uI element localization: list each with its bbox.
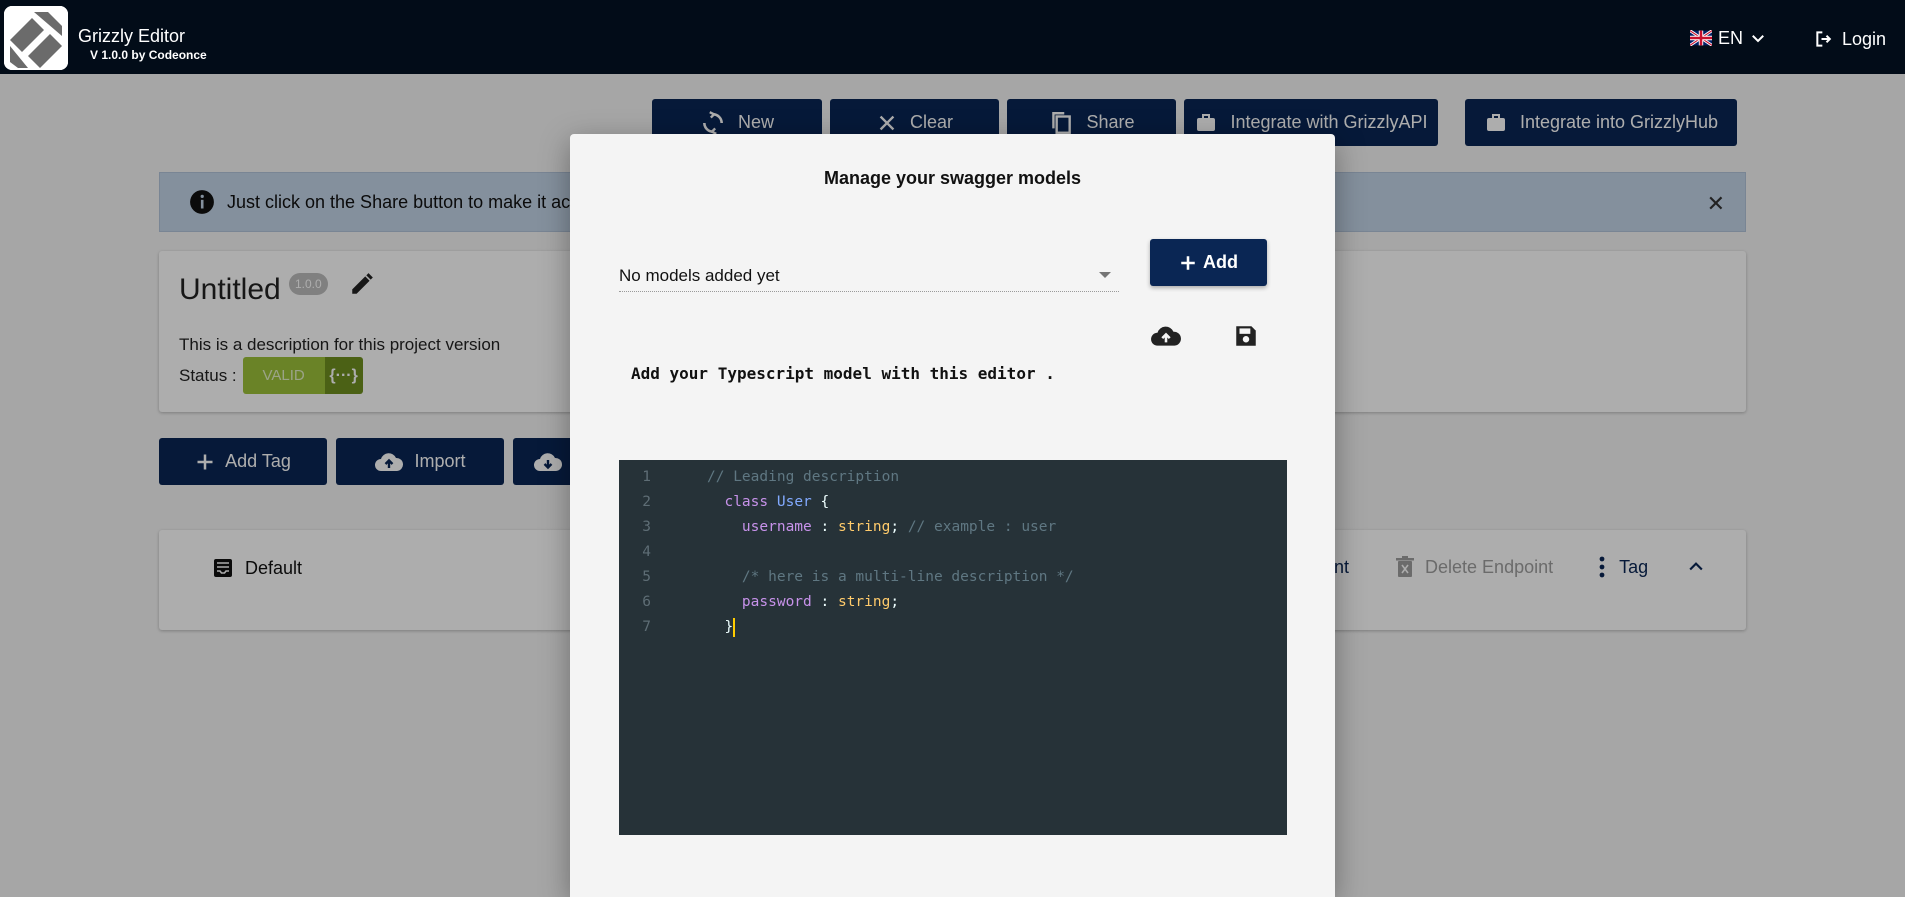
save-model-button[interactable] — [1230, 320, 1262, 352]
line-number: 4 — [642, 544, 651, 560]
line-content: // Leading description — [707, 465, 899, 490]
grizzly-logo-icon[interactable] — [4, 6, 68, 70]
text-cursor — [733, 617, 736, 637]
app-name: Grizzly Editor — [78, 26, 186, 46]
code-token: string — [837, 519, 891, 535]
line-content: } — [707, 615, 736, 640]
line-number: 6 — [642, 594, 651, 610]
code-editor[interactable]: 1// Leading description 2 class User {3 u… — [619, 460, 1287, 835]
login-icon — [1816, 31, 1832, 47]
code-token: } — [724, 619, 734, 635]
code-token: ; — [890, 519, 908, 535]
code-line[interactable]: 2 class User { — [619, 490, 1287, 515]
add-model-label: Add — [1203, 252, 1238, 272]
upload-model-button[interactable] — [1150, 320, 1182, 352]
swagger-models-dialog: Manage your swagger models No models add… — [570, 134, 1335, 897]
models-select[interactable]: No models added yet — [619, 258, 1119, 292]
line-content: class User { — [707, 490, 829, 515]
line-content: /* here is a multi-line description */ — [707, 565, 1074, 590]
code-token: username — [741, 519, 812, 535]
plus-icon — [1181, 255, 1195, 270]
code-line[interactable]: 5 /* here is a multi-line description */ — [619, 565, 1287, 590]
code-token: /* here is a multi-line description */ — [741, 569, 1074, 585]
code-token: string — [837, 594, 891, 610]
code-token: : — [811, 594, 838, 610]
code-line[interactable]: 7 } — [619, 615, 1287, 640]
line-number: 1 — [642, 469, 651, 485]
app-version: V 1.0.0 by Codeonce — [90, 48, 207, 62]
dropdown-arrow-icon — [1099, 272, 1111, 278]
code-line[interactable]: 4 — [619, 540, 1287, 565]
line-content: username : string; // example : user — [707, 515, 1056, 540]
save-icon — [1236, 326, 1256, 346]
dialog-title: Manage your swagger models — [823, 168, 1082, 188]
line-number: 3 — [642, 519, 651, 535]
line-content: password : string; — [707, 590, 899, 615]
line-number: 7 — [642, 619, 651, 635]
code-line[interactable]: 1 // Leading description — [619, 465, 1287, 490]
code-line[interactable]: 6 password : string; — [619, 590, 1287, 615]
code-token: { — [811, 494, 830, 510]
code-token: // Leading description — [707, 469, 900, 485]
line-number: 2 — [642, 494, 651, 510]
chevron-down-icon — [1752, 35, 1764, 43]
code-token: ; — [890, 594, 900, 610]
line-number: 5 — [642, 569, 651, 585]
login-label: Login — [1842, 28, 1887, 49]
code-line[interactable]: 3 username : string; // example : user — [619, 515, 1287, 540]
language-selector[interactable]: EN — [1690, 27, 1767, 49]
cloud-upload-icon — [1151, 326, 1181, 346]
login-button[interactable]: Login — [1814, 28, 1886, 50]
add-model-button[interactable]: Add — [1150, 239, 1267, 286]
code-token: User — [776, 494, 812, 510]
editor-hint: Add your Typescript model with this edit… — [631, 364, 1055, 383]
language-label: EN — [1718, 27, 1744, 48]
code-token: : — [811, 519, 838, 535]
code-token: class — [724, 494, 769, 510]
models-select-value: No models added yet — [619, 266, 780, 285]
code-token: password — [741, 594, 812, 610]
top-bar: Grizzly Editor V 1.0.0 by Codeonce EN Lo… — [0, 0, 1905, 74]
code-token: // example : user — [907, 519, 1057, 535]
uk-flag-icon — [1690, 30, 1712, 46]
